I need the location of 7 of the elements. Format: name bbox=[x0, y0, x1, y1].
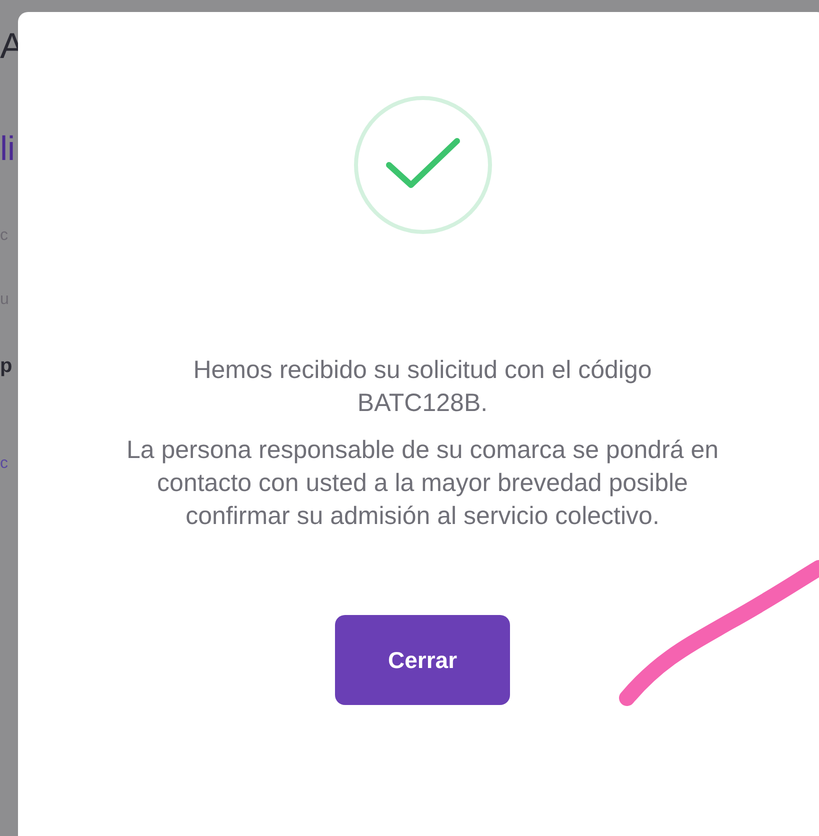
confirmation-message: Hemos recibido su solicitud con el código BATC128B. bbox=[192, 355, 653, 419]
background-text: c bbox=[0, 456, 9, 474]
background-text: p bbox=[0, 356, 14, 379]
close-button[interactable]: Cerrar bbox=[335, 615, 510, 705]
success-icon bbox=[354, 96, 492, 234]
contact-message: La persona responsable de su comarca se pondrá en contacto con usted a la mayor brevedad posible confirmar su admisión al servicio colectivo. bbox=[125, 435, 720, 532]
background-text: li bbox=[0, 132, 16, 170]
